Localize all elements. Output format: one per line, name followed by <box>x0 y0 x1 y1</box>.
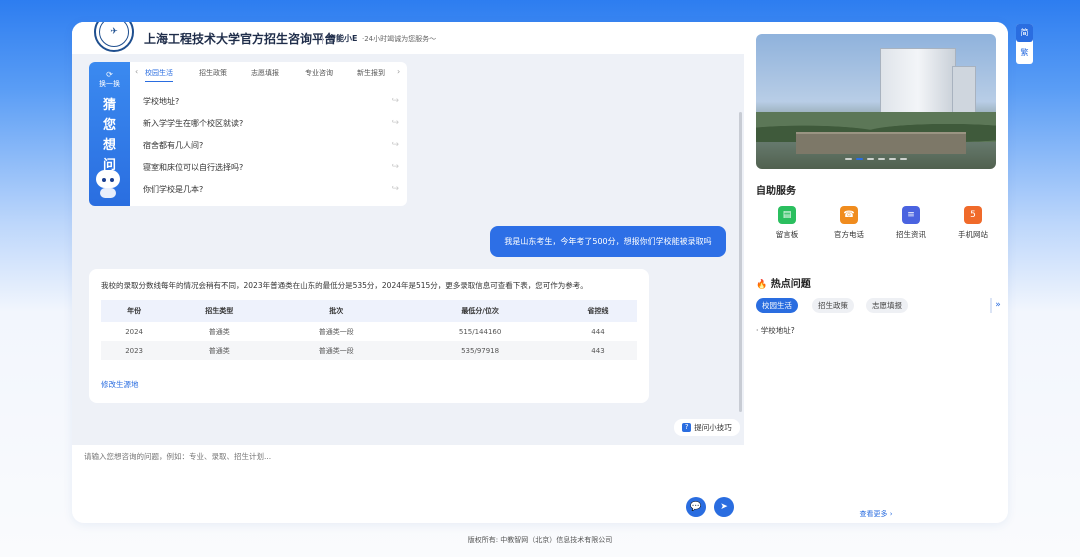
tips-button[interactable]: ? 提问小技巧 <box>674 419 740 436</box>
tab-major-consult[interactable]: 专业咨询 <box>305 68 333 78</box>
suggested-questions-card: ⟳ 换一换 猜 您 想 问 ‹ 校园生活 招生政策 志愿填报 专业咨询 新生报到… <box>89 62 407 206</box>
question-list: 学校地址? ↪ 新入学学生在哪个校区就读? ↪ 宿舍都有几人间? ↪ 寝室和床位可以自… <box>143 90 399 200</box>
list-item[interactable]: 你们学校是几本? ↪ <box>143 178 399 200</box>
col-control-line: 省控线 <box>558 300 637 322</box>
campus-banner[interactable] <box>756 34 996 169</box>
chat-bubble-icon: 💬 <box>690 502 702 512</box>
carousel-dot[interactable] <box>878 158 885 160</box>
language-switch: 简 繁 <box>1016 24 1033 64</box>
service-official-phone[interactable]: ☎ 官方电话 <box>818 206 880 246</box>
col-batch: 批次 <box>271 300 402 322</box>
col-type: 招生类型 <box>167 300 272 322</box>
hot-tab-campus-life[interactable]: 校园生活 <box>756 298 798 313</box>
guess-side-panel: ⟳ 换一换 猜 您 想 问 <box>89 62 130 206</box>
double-chevron-right-icon[interactable]: » <box>990 298 1004 313</box>
user-message: 我是山东考生，今年考了500分，想报你们学校能被录取吗 <box>490 226 726 257</box>
tab-admission-policy[interactable]: 招生政策 <box>199 68 227 78</box>
slogan: ·24小时竭诚为您服务～ <box>362 35 437 43</box>
carousel-dot[interactable] <box>845 158 852 160</box>
table-row: 2023 普通类 普通类一段 535/97918 443 <box>101 341 637 360</box>
news-icon: ≡ <box>902 206 920 224</box>
traditional-chinese-button[interactable]: 繁 <box>1016 44 1033 62</box>
list-item[interactable]: 新入学学生在哪个校区就读? ↪ <box>143 112 399 134</box>
refresh-icon: ⟳ <box>106 70 113 79</box>
main-card: ✈ 上海工程技术大学官方招生咨询平台 智能小E ·24小时竭诚为您服务～ ⟳ 换… <box>72 22 1008 523</box>
brand-name: 智能小E <box>328 34 358 43</box>
list-item[interactable]: 宿舍都有几人间? ↪ <box>143 134 399 156</box>
self-service-list: ▤ 留言板 ☎ 官方电话 ≡ 招生资讯 5 手机网站 <box>756 206 1004 246</box>
emoji-chat-button[interactable]: 💬 <box>686 497 706 517</box>
hot-tab-application[interactable]: 志愿填报 <box>866 298 908 313</box>
hot-tabs: 校园生活 招生政策 志愿填报 » <box>756 298 1004 313</box>
modify-origin-link[interactable]: 修改生源地 <box>101 379 139 390</box>
carousel-dot[interactable] <box>900 158 907 160</box>
guess-title: 猜 您 想 问 <box>102 98 116 173</box>
share-icon: ↪ <box>391 96 399 106</box>
share-icon: ↪ <box>391 118 399 128</box>
tab-campus-life[interactable]: 校园生活 <box>145 68 173 82</box>
refresh-button[interactable]: ⟳ 换一换 <box>89 70 130 89</box>
hot-question-item[interactable]: · 学校地址? <box>756 325 795 336</box>
fire-icon: 🔥 <box>756 280 768 290</box>
list-item[interactable]: 寝室和床位可以自行选择吗? ↪ <box>143 156 399 178</box>
share-icon: ↪ <box>391 184 399 194</box>
carousel-dots <box>756 158 996 160</box>
campus-gate-wall <box>796 132 966 154</box>
header-divider <box>322 34 323 44</box>
chat-panel: ✈ 上海工程技术大学官方招生咨询平台 智能小E ·24小时竭诚为您服务～ ⟳ 换… <box>72 22 744 523</box>
right-sidebar: 自助服务 ▤ 留言板 ☎ 官方电话 ≡ 招生资讯 5 手机网站 🔥 热点问题 校… <box>744 22 1008 523</box>
question-input[interactable] <box>84 451 684 491</box>
self-service-title: 自助服务 <box>756 186 796 197</box>
copyright-footer: 版权所有: 中教智网（北京）信息技术有限公司 <box>467 536 613 544</box>
service-admission-news[interactable]: ≡ 招生资讯 <box>880 206 942 246</box>
carousel-dot[interactable] <box>889 158 896 160</box>
hot-questions-title: 🔥 热点问题 <box>756 279 811 290</box>
simplified-chinese-button[interactable]: 简 <box>1016 24 1033 42</box>
table-header-row: 年份 招生类型 批次 最低分/位次 省控线 <box>101 300 637 322</box>
tab-freshman-registration[interactable]: 新生报到 <box>357 68 385 78</box>
bot-message-text: 我校的录取分数线每年的情况会稍有不同，2023年普通类在山东的最低分是535分，… <box>101 281 588 290</box>
tab-application[interactable]: 志愿填报 <box>251 68 279 78</box>
robot-mascot-icon <box>93 168 123 200</box>
col-year: 年份 <box>101 300 168 322</box>
bot-message: 我校的录取分数线每年的情况会稍有不同，2023年普通类在山东的最低分是535分，… <box>89 269 649 403</box>
see-more-link[interactable]: 查看更多 › <box>744 509 1008 519</box>
hot-tab-admission-policy[interactable]: 招生政策 <box>812 298 854 313</box>
share-icon: ↪ <box>391 140 399 150</box>
site-title: 上海工程技术大学官方招生咨询平台 <box>144 32 337 46</box>
tabs-next-icon[interactable]: › <box>397 67 400 76</box>
admission-table: 年份 招生类型 批次 最低分/位次 省控线 2024 普通类 普通类一段 515… <box>101 300 637 360</box>
qa-tabs: ‹ 校园生活 招生政策 志愿填报 专业咨询 新生报到 › <box>135 66 407 84</box>
html5-icon: 5 <box>964 206 982 224</box>
chat-scrollbar[interactable] <box>739 112 742 412</box>
message-board-icon: ▤ <box>778 206 796 224</box>
send-icon: ➤ <box>720 502 728 512</box>
service-mobile-site[interactable]: 5 手机网站 <box>942 206 1004 246</box>
share-icon: ↪ <box>391 162 399 172</box>
header: ✈ 上海工程技术大学官方招生咨询平台 智能小E ·24小时竭诚为您服务～ <box>72 22 744 54</box>
input-area: 💬 ➤ <box>72 445 744 523</box>
question-mark-icon: ? <box>682 423 692 432</box>
list-item[interactable]: 学校地址? ↪ <box>143 90 399 112</box>
service-message-board[interactable]: ▤ 留言板 <box>756 206 818 246</box>
phone-icon: ☎ <box>840 206 858 224</box>
table-row: 2024 普通类 普通类一段 515/144160 444 <box>125 327 605 336</box>
tabs-prev-icon[interactable]: ‹ <box>135 67 138 76</box>
send-button[interactable]: ➤ <box>714 497 734 517</box>
col-min-score: 最低分/位次 <box>401 300 559 322</box>
carousel-dot[interactable] <box>867 158 874 160</box>
university-logo: ✈ <box>94 22 134 52</box>
carousel-dot[interactable] <box>856 158 863 160</box>
